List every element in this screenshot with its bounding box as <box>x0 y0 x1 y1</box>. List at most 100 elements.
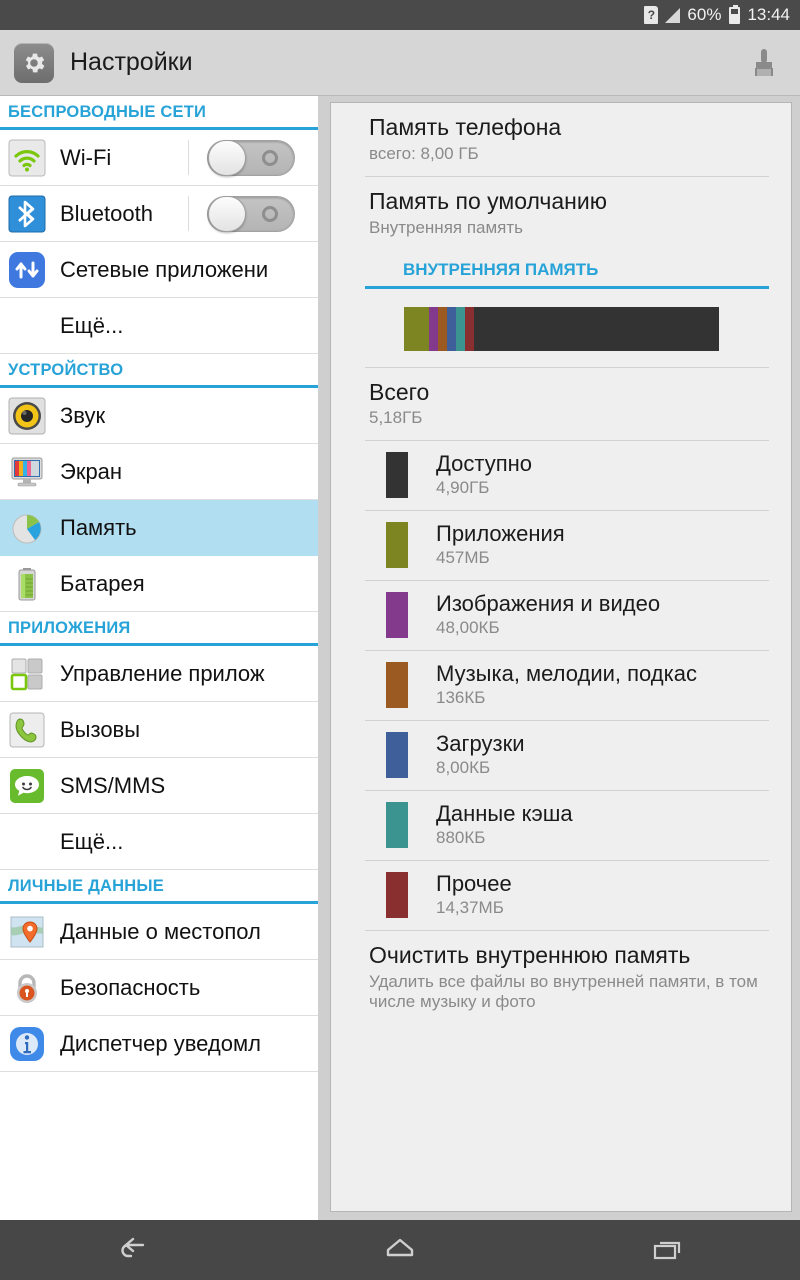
storage-category-row[interactable]: Прочее 14,37МБ <box>331 861 791 930</box>
category-label: Доступно <box>436 451 533 477</box>
default-storage-subtitle: Внутренняя память <box>369 217 524 237</box>
category-value: 4,90ГБ <box>436 478 490 498</box>
data-transfer-icon <box>8 251 46 289</box>
apps-grid-icon <box>8 655 46 693</box>
monitor-icon <box>8 453 46 491</box>
storage-bar-container <box>331 289 791 367</box>
category-value: 136КБ <box>436 688 486 708</box>
info-icon <box>8 1025 46 1063</box>
sim-question-icon: ? <box>644 6 659 24</box>
sidebar-section-device: УСТРОЙСТВО <box>0 354 318 388</box>
sidebar-item-label: Диспетчер уведомл <box>60 1030 261 1056</box>
signal-triangle-icon <box>665 7 681 23</box>
battery-icon <box>8 565 46 603</box>
sidebar-item-label: Сетевые приложени <box>60 256 269 282</box>
category-value: 8,00КБ <box>436 758 491 778</box>
sidebar-item-sms-mms[interactable]: SMS/MMS <box>0 758 318 814</box>
storage-category-list: Доступно 4,90ГБ Приложения 457МБ Изображения… <box>331 441 791 932</box>
phone-icon <box>8 711 46 749</box>
row-divider <box>188 196 189 231</box>
color-swatch <box>386 731 408 778</box>
sidebar-item-display[interactable]: Экран <box>0 444 318 500</box>
pie-chart-icon <box>8 509 46 547</box>
content-area: БЕСПРОВОДНЫЕ СЕТИ Wi-Fi Bluetooth Сетевы… <box>0 96 800 1220</box>
total-value: 5,18ГБ <box>369 408 423 428</box>
category-value: 880КБ <box>436 828 486 848</box>
sidebar-item-wifi[interactable]: Wi-Fi <box>0 130 318 186</box>
brush-icon[interactable] <box>740 39 788 87</box>
color-swatch <box>386 451 408 498</box>
sidebar-item-label: Bluetooth <box>60 200 153 226</box>
page-title: Настройки <box>70 48 193 76</box>
storage-category-row[interactable]: Приложения 457МБ <box>331 511 791 580</box>
sidebar-item-notification-manager[interactable]: Диспетчер уведомл <box>0 1016 318 1072</box>
sidebar-item-label: SMS/MMS <box>60 772 166 798</box>
battery-percent-label: 60% <box>687 5 722 24</box>
sidebar-item-more-wireless[interactable]: Ещё... <box>0 298 318 354</box>
storage-bar-segment <box>473 306 719 351</box>
sidebar-item-label: Безопасность <box>60 974 201 1000</box>
android-settings-screen: ? 60% 13:44 Настройки БЕСПРОВОДНЫЕ СЕТИ … <box>0 0 800 1280</box>
sidebar-item-label: Батарея <box>60 570 145 596</box>
main-panel-wrapper: Память телефона всего: 8,00 ГБ Память по… <box>330 96 800 1220</box>
sidebar-item-calls[interactable]: Вызовы <box>0 702 318 758</box>
category-value: 14,37МБ <box>436 898 504 918</box>
status-bar: ? 60% 13:44 <box>0 0 800 30</box>
storage-category-row[interactable]: Загрузки 8,00КБ <box>331 721 791 790</box>
color-swatch <box>386 801 408 848</box>
navigation-bar <box>0 1220 800 1280</box>
lock-icon <box>8 969 46 1007</box>
storage-bar-segment <box>403 306 429 351</box>
bluetooth-toggle[interactable] <box>207 195 295 232</box>
category-label: Загрузки <box>436 731 525 757</box>
sidebar-item-label: Управление прилож <box>60 660 265 686</box>
storage-category-row[interactable]: Изображения и видео 48,00КБ <box>331 581 791 650</box>
sidebar-item-security[interactable]: Безопасность <box>0 960 318 1016</box>
sidebar-item-battery[interactable]: Батарея <box>0 556 318 612</box>
storage-category-row[interactable]: Доступно 4,90ГБ <box>331 441 791 510</box>
category-label: Музыка, мелодии, подкас <box>436 661 697 687</box>
wifi-toggle[interactable] <box>207 139 295 176</box>
storage-bar-segment <box>455 306 465 351</box>
default-storage-title: Память по умолчанию <box>369 187 607 214</box>
sidebar-item-manage-apps[interactable]: Управление прилож <box>0 646 318 702</box>
home-icon[interactable] <box>345 1222 455 1278</box>
default-storage-row[interactable]: Память по умолчанию Внутренняя память <box>331 177 791 250</box>
wifi-icon <box>8 139 46 177</box>
sidebar-section-apps: ПРИЛОЖЕНИЯ <box>0 612 318 646</box>
storage-panel[interactable]: Память телефона всего: 8,00 ГБ Память по… <box>330 102 792 1212</box>
sidebar-item-storage[interactable]: Память <box>0 500 318 556</box>
storage-bar-segment <box>428 306 438 351</box>
category-value: 48,00КБ <box>436 618 500 638</box>
sidebar-item-sound[interactable]: Звук <box>0 388 318 444</box>
battery-icon <box>728 4 741 24</box>
sidebar-item-bluetooth[interactable]: Bluetooth <box>0 186 318 242</box>
category-label: Данные кэша <box>436 801 573 827</box>
storage-bar-segment <box>437 306 447 351</box>
sidebar-item-label: Ещё... <box>60 828 124 854</box>
sidebar-section-personal: ЛИЧНЫЕ ДАННЫЕ <box>0 870 318 904</box>
panel-gap <box>318 96 330 1220</box>
sidebar-item-location[interactable]: Данные о местопол <box>0 904 318 960</box>
settings-sidebar[interactable]: БЕСПРОВОДНЫЕ СЕТИ Wi-Fi Bluetooth Сетевы… <box>0 96 318 1220</box>
phone-storage-row[interactable]: Память телефона всего: 8,00 ГБ <box>331 103 791 176</box>
recents-icon[interactable] <box>612 1222 722 1278</box>
color-swatch <box>386 591 408 638</box>
back-icon[interactable] <box>78 1222 188 1278</box>
storage-bar-segment <box>446 306 456 351</box>
sidebar-item-network-apps[interactable]: Сетевые приложени <box>0 242 318 298</box>
gear-icon[interactable] <box>14 42 54 83</box>
clear-storage-subtitle: Удалить все файлы во внутренней памяти, … <box>369 972 758 1011</box>
clear-storage-row[interactable]: Очистить внутреннюю память Удалить все ф… <box>331 931 791 1024</box>
color-swatch <box>386 871 408 918</box>
storage-category-row[interactable]: Данные кэша 880КБ <box>331 791 791 860</box>
action-bar: Настройки <box>0 30 800 96</box>
color-swatch <box>386 661 408 708</box>
total-row: Всего 5,18ГБ <box>331 368 791 441</box>
clear-storage-title: Очистить внутреннюю память <box>369 942 691 969</box>
sidebar-item-label: Экран <box>60 458 123 484</box>
sidebar-item-label: Ещё... <box>60 312 124 338</box>
storage-category-row[interactable]: Музыка, мелодии, подкас 136КБ <box>331 651 791 720</box>
total-label: Всего <box>369 378 430 405</box>
sidebar-item-more-apps[interactable]: Ещё... <box>0 814 318 870</box>
